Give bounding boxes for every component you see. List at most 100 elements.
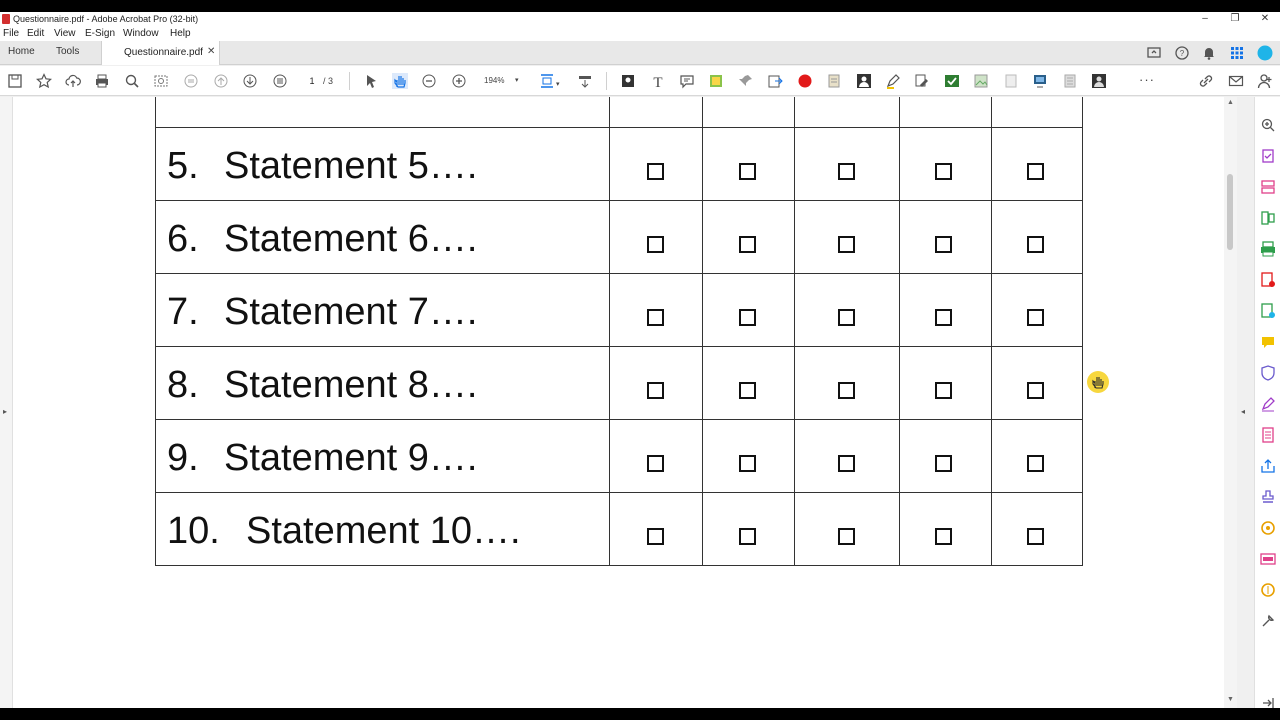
organize-pages-icon[interactable] xyxy=(1260,179,1276,195)
zoom-level-select[interactable]: 194% xyxy=(484,73,504,89)
approve-check-icon[interactable] xyxy=(944,73,960,89)
add-text-icon[interactable]: T xyxy=(650,73,666,89)
select-cursor-icon[interactable] xyxy=(363,73,379,89)
tab-tools[interactable]: Tools xyxy=(56,46,79,57)
record-icon[interactable] xyxy=(797,73,813,89)
blank-page-icon[interactable] xyxy=(1003,73,1019,89)
rating-checkbox[interactable] xyxy=(647,528,664,545)
notification-bell-icon[interactable] xyxy=(1201,45,1217,61)
image-icon[interactable] xyxy=(973,73,989,89)
create-pdf-icon[interactable] xyxy=(1260,303,1276,319)
export-pdf-icon[interactable] xyxy=(1260,272,1276,288)
tab-home[interactable]: Home xyxy=(8,46,35,57)
zoom-out-icon[interactable] xyxy=(421,73,437,89)
document-viewport[interactable]: 5. Statement 5…. 6. Statement 6…. 7. Statemen… xyxy=(0,97,1237,708)
menu-esign[interactable]: E-Sign xyxy=(85,28,115,40)
rating-checkbox[interactable] xyxy=(647,163,664,180)
hand-tool-icon[interactable] xyxy=(392,73,408,89)
save-icon[interactable] xyxy=(7,73,23,89)
close-tab-icon[interactable]: ✕ xyxy=(207,46,215,57)
fill-sign-icon[interactable] xyxy=(1260,148,1276,164)
scrolling-mode-icon[interactable] xyxy=(577,73,593,89)
rating-checkbox[interactable] xyxy=(935,309,952,326)
rating-checkbox[interactable] xyxy=(1027,236,1044,253)
rating-checkbox[interactable] xyxy=(838,528,855,545)
scrollbar-thumb[interactable] xyxy=(1227,174,1233,250)
comment-tool-icon[interactable] xyxy=(1260,334,1276,350)
rating-checkbox[interactable] xyxy=(739,163,756,180)
link-icon[interactable] xyxy=(1198,73,1214,89)
highlight-pen-icon[interactable] xyxy=(885,73,901,89)
search-icon[interactable] xyxy=(124,73,140,89)
menu-window[interactable]: Window xyxy=(123,28,159,40)
edit-pdf-icon[interactable] xyxy=(914,73,930,89)
rating-checkbox[interactable] xyxy=(739,236,756,253)
restore-button[interactable]: ❐ xyxy=(1220,12,1250,27)
left-panel-toggle[interactable]: ▸ xyxy=(0,97,13,708)
snapshot-icon[interactable] xyxy=(153,73,169,89)
previous-page-icon[interactable] xyxy=(213,73,229,89)
zoom-dropdown-arrow-icon[interactable]: ▾ xyxy=(515,73,519,89)
menu-help[interactable]: Help xyxy=(170,28,191,40)
expand-left-panel-icon[interactable]: ▸ xyxy=(3,407,7,416)
comment-icon[interactable] xyxy=(679,73,695,89)
scroll-up-icon[interactable]: ▲ xyxy=(1227,99,1234,106)
menu-edit[interactable]: Edit xyxy=(27,28,44,40)
redact-icon[interactable] xyxy=(1260,551,1276,567)
document-stamp-icon[interactable] xyxy=(826,73,842,89)
prepare-form-icon[interactable] xyxy=(1260,427,1276,443)
rating-checkbox[interactable] xyxy=(739,309,756,326)
rating-checkbox[interactable] xyxy=(647,309,664,326)
protect-icon[interactable] xyxy=(1260,365,1276,381)
rating-checkbox[interactable] xyxy=(838,309,855,326)
add-image-icon[interactable] xyxy=(620,73,636,89)
rating-checkbox[interactable] xyxy=(1027,309,1044,326)
close-window-button[interactable]: ✕ xyxy=(1250,12,1280,27)
monitor-icon[interactable] xyxy=(1032,73,1048,89)
combine-files-icon[interactable] xyxy=(1260,210,1276,226)
rating-checkbox[interactable] xyxy=(739,455,756,472)
rating-checkbox[interactable] xyxy=(739,382,756,399)
rating-checkbox[interactable] xyxy=(1027,455,1044,472)
share-screen-icon[interactable] xyxy=(1146,45,1162,61)
rating-checkbox[interactable] xyxy=(647,236,664,253)
rating-checkbox[interactable] xyxy=(1027,163,1044,180)
request-signature-icon[interactable] xyxy=(1260,396,1276,412)
send-share-icon[interactable] xyxy=(1260,458,1276,474)
stamp-tool-icon[interactable] xyxy=(1260,489,1276,505)
export-icon[interactable] xyxy=(767,73,783,89)
measure-icon[interactable] xyxy=(1260,520,1276,536)
scroll-mode-icon[interactable] xyxy=(272,73,288,89)
rating-checkbox[interactable] xyxy=(739,528,756,545)
print-icon[interactable] xyxy=(94,73,110,89)
help-icon[interactable]: ? xyxy=(1174,45,1190,61)
tab-document[interactable]: Questionnaire.pdf ✕ xyxy=(101,41,220,65)
vertical-scrollbar[interactable]: ▲ ▼ xyxy=(1224,97,1237,708)
rating-checkbox[interactable] xyxy=(935,455,952,472)
rating-checkbox[interactable] xyxy=(935,163,952,180)
person-icon[interactable] xyxy=(856,73,872,89)
fit-dropdown-arrow-icon[interactable]: ▾ xyxy=(556,80,560,88)
rating-checkbox[interactable] xyxy=(935,236,952,253)
rating-checkbox[interactable] xyxy=(838,382,855,399)
more-tools-icon[interactable]: ··· xyxy=(1139,72,1155,87)
bookmark-star-icon[interactable] xyxy=(36,73,52,89)
next-page-icon[interactable] xyxy=(242,73,258,89)
rating-checkbox[interactable] xyxy=(935,382,952,399)
zoom-search-icon[interactable] xyxy=(1260,117,1276,133)
zoom-in-icon[interactable] xyxy=(451,73,467,89)
scan-ocr-icon[interactable] xyxy=(1260,241,1276,257)
compare-files-icon[interactable] xyxy=(1260,582,1276,598)
rating-checkbox[interactable] xyxy=(838,455,855,472)
page-number-input[interactable]: 1 xyxy=(302,73,322,89)
form-page-icon[interactable] xyxy=(1062,73,1078,89)
rating-checkbox[interactable] xyxy=(1027,382,1044,399)
more-tools-wrench-icon[interactable] xyxy=(1260,613,1276,629)
rating-checkbox[interactable] xyxy=(647,382,664,399)
fit-page-icon[interactable] xyxy=(183,73,199,89)
rating-checkbox[interactable] xyxy=(838,163,855,180)
user-avatar-icon[interactable] xyxy=(1257,45,1273,61)
scroll-down-icon[interactable]: ▼ xyxy=(1227,696,1234,703)
upload-cloud-icon[interactable] xyxy=(65,73,81,89)
share-user-icon[interactable] xyxy=(1257,73,1273,89)
